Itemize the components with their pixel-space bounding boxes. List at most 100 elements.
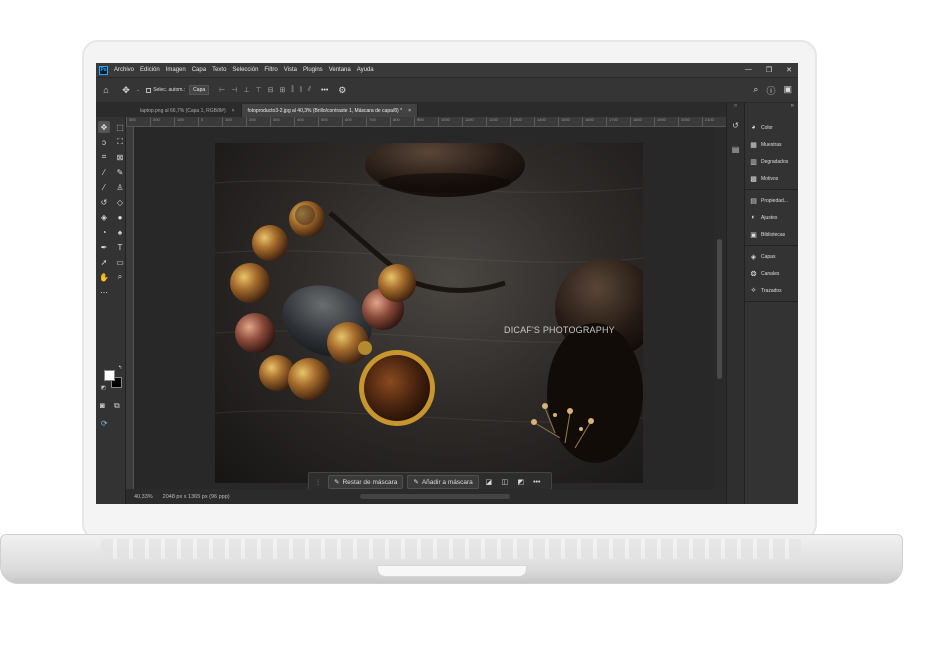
- default-colors-icon[interactable]: ◩: [101, 385, 106, 391]
- menu-edicion[interactable]: Edición: [140, 67, 160, 73]
- align-middle-icon[interactable]: ⊟: [268, 86, 274, 94]
- add-mask-button[interactable]: ✎ Añadir a máscara: [407, 475, 479, 489]
- panel-channels[interactable]: ❂ Canales: [745, 265, 798, 282]
- move-tool-icon[interactable]: ✥: [120, 84, 132, 96]
- scrollbar-thumb[interactable]: [717, 239, 722, 379]
- quick-mask-icon[interactable]: ◙: [100, 401, 105, 410]
- help-icon[interactable]: ⓘ: [766, 84, 775, 97]
- ruler-tick-label: 1200: [486, 117, 510, 126]
- rectangle-tool-icon[interactable]: ▭: [114, 256, 126, 268]
- auto-select-checkbox[interactable]: [146, 87, 152, 93]
- collapse-icon[interactable]: »: [727, 103, 744, 117]
- more-context-button[interactable]: •••: [531, 476, 543, 488]
- vertical-scrollbar[interactable]: [714, 127, 726, 489]
- crop-tool-icon[interactable]: ⌗: [98, 151, 110, 163]
- screen-mode-icon[interactable]: ⧉: [114, 401, 120, 411]
- hand-tool-icon[interactable]: ✋: [98, 271, 110, 283]
- brush-tool-icon[interactable]: ⁄: [98, 181, 110, 193]
- minimize-button[interactable]: —: [745, 66, 752, 74]
- maximize-button[interactable]: ❐: [766, 66, 772, 74]
- menu-vista[interactable]: Vista: [284, 67, 297, 73]
- pen-tool-icon[interactable]: ✒: [98, 241, 110, 253]
- align-left-icon[interactable]: ⊢: [219, 86, 225, 94]
- home-icon[interactable]: ⌂: [100, 84, 112, 96]
- panel-label: Motivos: [761, 175, 779, 182]
- menu-imagen[interactable]: Imagen: [166, 67, 186, 73]
- history-brush-tool-icon[interactable]: ↺: [98, 196, 110, 208]
- menu-texto[interactable]: Texto: [212, 67, 226, 73]
- blur-tool-icon[interactable]: ●: [114, 211, 126, 223]
- panel-gradients[interactable]: ▥ Degradados: [745, 153, 798, 170]
- align-bottom-icon[interactable]: ⊞: [279, 86, 285, 94]
- share-icon[interactable]: ⟳: [101, 419, 108, 428]
- panel-patterns[interactable]: ▩ Motivos: [745, 170, 798, 187]
- eraser-tool-icon[interactable]: ◇: [114, 196, 126, 208]
- panel-paths[interactable]: ⟡ Trazados: [745, 282, 798, 299]
- drag-handle-icon[interactable]: ⋮: [312, 476, 324, 488]
- zoom-level[interactable]: 40,33%: [134, 494, 153, 500]
- eyedropper-tool-icon[interactable]: ⁄: [98, 166, 110, 178]
- product-photo[interactable]: DICAF'S PHOTOGRAPHY: [215, 143, 643, 483]
- menu-ayuda[interactable]: Ayuda: [357, 67, 374, 73]
- path-selection-tool-icon[interactable]: ➚: [98, 256, 110, 268]
- menu-seleccion[interactable]: Selección: [232, 67, 258, 73]
- search-icon[interactable]: ⌕: [753, 84, 758, 97]
- clone-stamp-tool-icon[interactable]: ♙: [114, 181, 126, 193]
- move-tool-icon[interactable]: ✥: [98, 121, 110, 133]
- close-tab-icon[interactable]: ×: [232, 108, 235, 114]
- align-top-icon[interactable]: ⊤: [255, 86, 261, 94]
- ruler-tick-label: 400: [294, 117, 318, 126]
- paint-bucket-tool-icon[interactable]: ◈: [98, 211, 110, 223]
- distribute-left-icon[interactable]: ⫿: [291, 86, 293, 94]
- foreground-color-swatch[interactable]: [104, 370, 115, 381]
- menu-capa[interactable]: Capa: [192, 67, 206, 73]
- photoshop-logo-icon[interactable]: Ps: [99, 65, 108, 75]
- close-tab-icon[interactable]: ×: [408, 108, 411, 114]
- close-window-button[interactable]: ✕: [786, 66, 792, 74]
- object-selection-tool-icon[interactable]: ⛶: [114, 136, 126, 148]
- menu-plugins[interactable]: Plugins: [303, 67, 323, 73]
- history-icon[interactable]: ↺: [730, 119, 742, 131]
- align-right-icon[interactable]: ⊥: [243, 86, 249, 94]
- tab-laptop[interactable]: laptop.png al 66,7% (Capa 1, RGB/8#) ×: [134, 104, 242, 117]
- workspace-icon[interactable]: ▣: [783, 84, 792, 97]
- subtract-mask-button[interactable]: ✎ Restar de máscara: [328, 475, 404, 489]
- frame-tool-icon[interactable]: ⊠: [114, 151, 126, 163]
- dodge-tool-icon[interactable]: ◔: [98, 226, 110, 238]
- panel-libraries[interactable]: ▣ Bibliotecas: [745, 226, 798, 243]
- layer-select-dropdown[interactable]: Capa: [189, 85, 210, 95]
- panel-properties[interactable]: ▤ Propiedad...: [745, 192, 798, 209]
- lasso-tool-icon[interactable]: ↄ: [98, 136, 110, 148]
- tool-preset-chevron-icon[interactable]: ⌄: [136, 87, 140, 93]
- comments-icon[interactable]: ▤: [730, 143, 742, 155]
- swap-colors-icon[interactable]: ↰: [118, 365, 122, 371]
- menu-ventana[interactable]: Ventana: [329, 67, 351, 73]
- burn-tool-icon[interactable]: ♠: [114, 226, 126, 238]
- distribute-center-icon[interactable]: ⫾: [300, 86, 302, 94]
- ruler-tick-label: 700: [366, 117, 390, 126]
- panel-adjustments[interactable]: ◐ Ajustes: [745, 209, 798, 226]
- tab-fotoproducto[interactable]: fotoproducto3-2.jpg al 40,3% (Brillo/con…: [241, 104, 418, 117]
- zoom-tool-icon[interactable]: ⌕: [114, 271, 126, 283]
- panel-swatches[interactable]: ▦ Muestras: [745, 136, 798, 153]
- spot-healing-tool-icon[interactable]: ✎: [114, 166, 126, 178]
- edit-toolbar-icon[interactable]: ⋯: [98, 286, 110, 298]
- ruler-tick-label: 2000: [678, 117, 702, 126]
- invert-mask-icon[interactable]: ◪: [483, 476, 495, 488]
- more-options-button[interactable]: •••: [321, 87, 328, 94]
- type-tool-icon[interactable]: T: [114, 241, 126, 253]
- menu-archivo[interactable]: Archivo: [114, 67, 134, 73]
- distribute-right-icon[interactable]: ⫽: [308, 86, 311, 94]
- menu-filtro[interactable]: Filtro: [264, 67, 277, 73]
- fill-mask-icon[interactable]: ◩: [515, 476, 527, 488]
- ruler-tick-label: 200: [246, 117, 270, 126]
- panel-layers[interactable]: ◈ Capas: [745, 248, 798, 265]
- expand-panels-icon[interactable]: »: [745, 103, 798, 117]
- adjustments-icon: ◐: [751, 214, 756, 221]
- marquee-tool-icon[interactable]: ⬚: [114, 121, 126, 133]
- settings-gear-icon[interactable]: ⚙: [336, 84, 348, 96]
- panel-color[interactable]: ◕ Color: [745, 119, 798, 136]
- horizontal-scrollbar[interactable]: [359, 494, 510, 499]
- feather-mask-icon[interactable]: ◫: [499, 476, 511, 488]
- align-center-icon[interactable]: ⊣: [231, 86, 237, 94]
